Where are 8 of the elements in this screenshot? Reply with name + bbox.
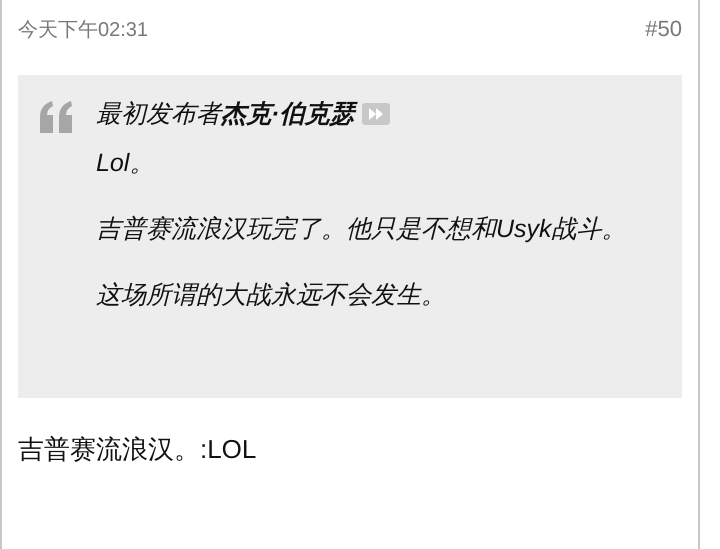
post-text: 吉普赛流浪汉。:LOL xyxy=(18,433,258,466)
view-post-icon[interactable] xyxy=(362,102,390,124)
quote-text: 吉普赛流浪汉玩完了。他只是不想和Usyk战斗。 xyxy=(96,214,628,245)
post-number[interactable]: #50 xyxy=(645,16,682,42)
quote-icon xyxy=(38,101,74,133)
quote-text: 这场所谓的大战永远不会发生。 xyxy=(96,280,447,311)
quote-text: Lol。 xyxy=(96,148,156,179)
post-timestamp: 今天下午02:31 xyxy=(18,18,148,42)
